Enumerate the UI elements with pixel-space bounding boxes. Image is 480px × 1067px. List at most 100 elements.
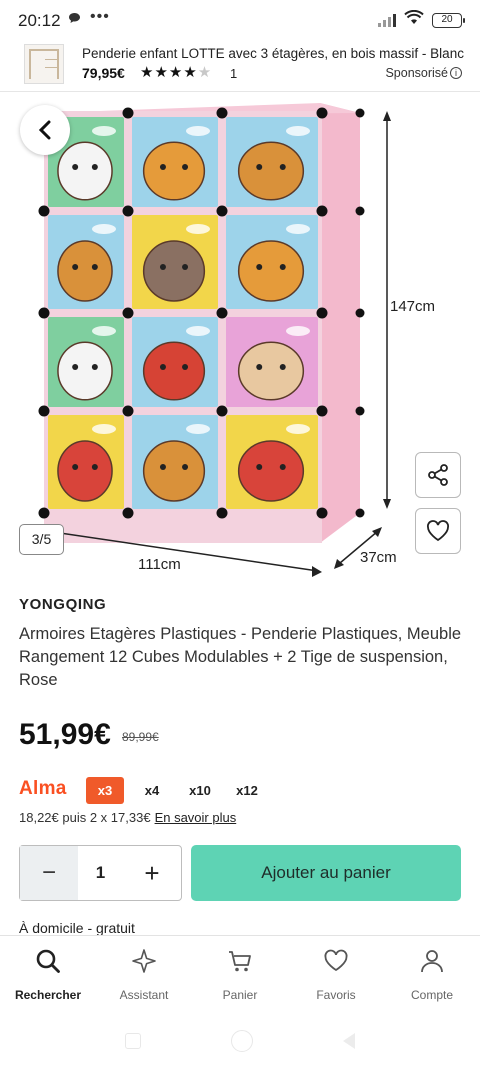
back-button[interactable] [20,105,70,155]
animal-illustration [142,141,206,201]
brand-name[interactable]: YONGQING [19,596,106,613]
add-to-cart-button[interactable]: Ajouter au panier [191,845,461,901]
connector-joint [355,108,365,118]
connector-joint [355,508,365,518]
animal-illustration [142,440,206,502]
favorite-button[interactable] [415,508,461,554]
current-price: 51,99€ [19,718,111,751]
connector-joint [38,307,50,319]
connector-joint [216,507,228,519]
signal-icon [378,13,396,27]
animal-illustration [57,440,113,502]
increase-quantity-button[interactable]: + [123,846,181,900]
quantity-value: 1 [95,863,106,882]
user-icon [421,950,443,973]
sparkle-icon [132,949,156,973]
connector-joint [216,205,228,217]
connector-joint [122,205,134,217]
installment-option[interactable]: x12 [232,777,262,804]
nav-label: Compte [410,988,454,1002]
nav-search[interactable]: Rechercher [0,936,96,1015]
heart-icon [324,949,348,972]
sponsored-price: 79,95€ [82,65,125,81]
connector-joint [122,507,134,519]
heart-icon [427,520,449,542]
more-notifications: ••• [90,8,110,25]
installment-option[interactable]: x3 [86,777,124,804]
animal-illustration [142,240,206,302]
connector-joint [38,405,50,417]
connector-joint [216,107,228,119]
alma-logo: Alma [19,778,67,799]
installment-text: 18,22€ puis 2 x 17,33€ [19,810,151,825]
nav-assistant[interactable]: Assistant [96,936,192,1015]
connector-joint [316,205,328,217]
bottom-navigation: Rechercher Assistant Panier Favoris Comp… [0,935,480,1015]
home-icon[interactable] [231,1030,253,1052]
animal-illustration [237,341,305,401]
connector-joint [316,107,328,119]
sponsored-label[interactable]: Sponsorisé i [385,66,462,80]
connector-joint [122,405,134,417]
product-image [38,103,391,577]
installment-option[interactable]: x4 [138,777,166,804]
connector-joint [216,307,228,319]
animal-illustration [237,440,305,502]
connector-joint [216,405,228,417]
sponsored-title: Penderie enfant LOTTE avec 3 étagères, e… [82,46,464,61]
chevron-left-icon [38,120,51,140]
status-bar: 20:12 ••• 20 [0,0,480,40]
animal-illustration [57,141,113,201]
nav-label: Rechercher [14,988,82,1002]
installment-details: 18,22€ puis 2 x 17,33€ En savoir plus [19,810,236,825]
animal-illustration [237,141,305,201]
nav-label: Favoris [316,988,356,1002]
share-icon [428,464,448,486]
star-rating: ★★★★★ [140,64,213,81]
nav-favorites[interactable]: Favoris [288,936,384,1015]
animal-illustration [237,240,305,302]
animal-illustration [57,240,113,302]
connector-joint [316,507,328,519]
battery-indicator: 20 [432,12,465,28]
dimension-width: 111cm [138,556,181,573]
connector-joint [122,107,134,119]
nav-label: Assistant [119,988,169,1002]
installment-option[interactable]: x10 [185,777,215,804]
cart-icon [229,951,251,972]
dimension-depth: 37cm [360,549,397,566]
connector-joint [355,206,365,216]
review-count: 1 [230,66,238,81]
product-gallery[interactable]: 147cm 111cm 37cm 3/5 [0,93,480,583]
search-icon [36,949,60,973]
learn-more-link[interactable]: En savoir plus [155,810,237,825]
connector-joint [355,406,365,416]
connector-joint [316,405,328,417]
connector-joint [38,205,50,217]
info-icon: i [450,67,462,79]
delivery-info: À domicile - gratuit [19,920,135,935]
connector-joint [316,307,328,319]
sponsored-banner[interactable]: Penderie enfant LOTTE avec 3 étagères, e… [0,40,480,92]
nav-label: Panier [222,988,258,1002]
nav-cart[interactable]: Panier [192,936,288,1015]
animal-illustration [142,341,206,401]
sponsored-thumbnail [24,44,64,84]
chat-bubble-icon [68,11,81,27]
connector-joint [38,507,50,519]
connector-joint [122,307,134,319]
image-counter: 3/5 [19,524,64,555]
share-button[interactable] [415,452,461,498]
product-title: Armoires Etagères Plastiques - Penderie … [19,625,462,689]
status-time: 20:12 [18,11,61,30]
back-nav-icon[interactable] [343,1033,355,1049]
decrease-quantity-button[interactable]: − [20,846,78,900]
wifi-icon [404,9,424,30]
nav-account[interactable]: Compte [384,936,480,1015]
quantity-stepper: − 1 + [19,845,182,901]
system-navigation [0,1015,480,1067]
old-price: 89,99€ [122,730,159,744]
sponsored-label-text: Sponsorisé [385,66,448,80]
recents-icon[interactable] [125,1033,141,1049]
dimension-height: 147cm [390,298,436,315]
